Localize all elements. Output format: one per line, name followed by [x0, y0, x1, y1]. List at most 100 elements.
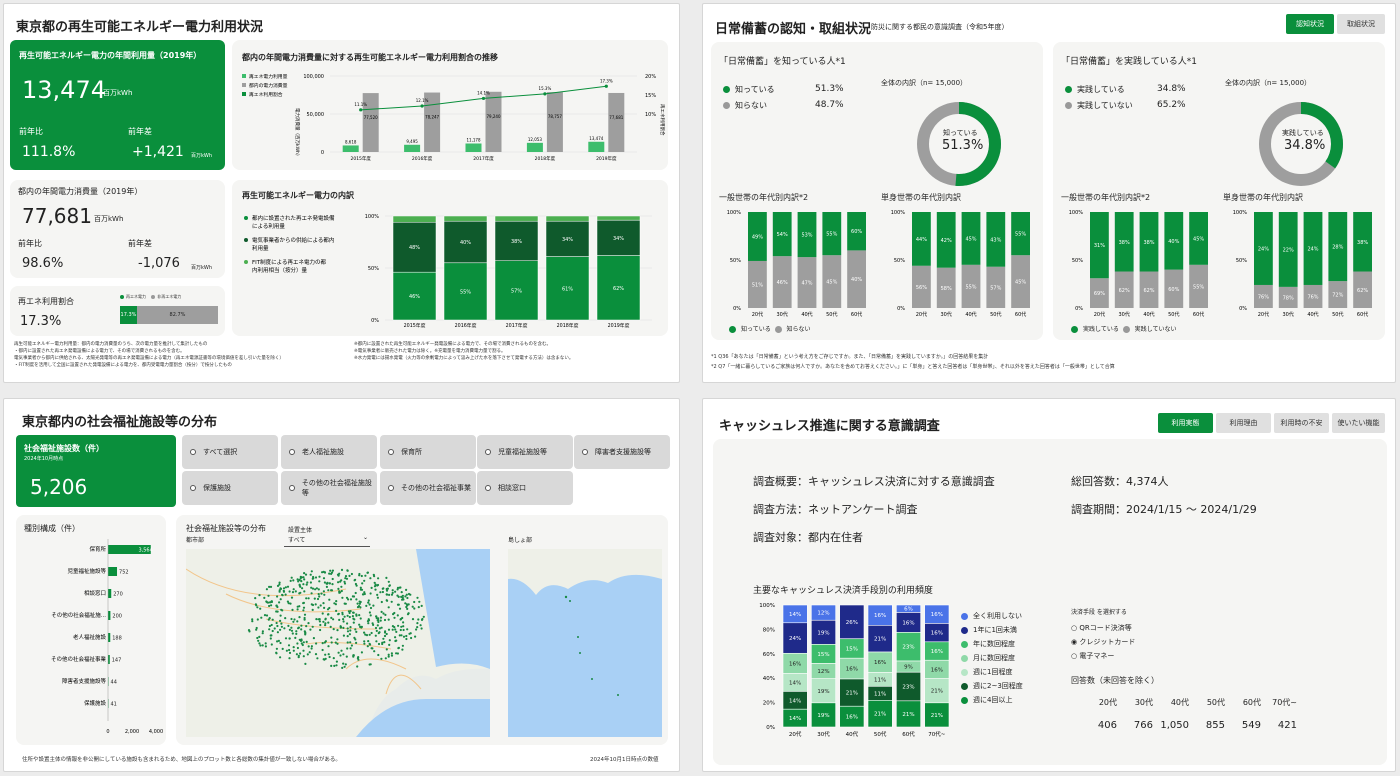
facility-point: [275, 647, 278, 650]
bar: [108, 589, 112, 598]
facility-point: [310, 570, 313, 573]
select-label: 決済手段 を選択する: [1071, 609, 1127, 616]
kpi-diff: +1,421: [132, 144, 184, 160]
facility-point: [306, 653, 309, 656]
single-stack-chart: 100% 50% 0% 24% 76% 20代 22% 78% 30代 24% 76% 40代 28% 7…: [1233, 210, 1372, 318]
data-label: 188: [112, 636, 122, 642]
facility-point: [405, 603, 408, 606]
filter-checkbox[interactable]: 保護施設: [182, 471, 278, 505]
facility-point: [368, 633, 371, 636]
facility-point: [383, 618, 387, 622]
map-islands[interactable]: [508, 549, 662, 737]
stack-segment: [494, 215, 539, 222]
map-urban[interactable]: [186, 549, 490, 737]
facility-point: [303, 578, 306, 581]
facility-point: [411, 618, 415, 621]
facility-point: [279, 641, 282, 645]
data-label: 24%: [789, 636, 801, 642]
facility-point: [390, 654, 394, 657]
facility-point: [292, 579, 295, 582]
filter-checkbox[interactable]: 老人福祉施設: [281, 435, 377, 469]
facility-point: [321, 648, 324, 652]
data-label: 21%: [931, 689, 943, 695]
legend-label: による利用量: [252, 222, 285, 230]
facility-point: [302, 649, 305, 652]
facility-point: [367, 599, 370, 602]
facility-point: [367, 601, 370, 604]
y-tick: 0%: [897, 306, 905, 312]
x-tick: 60代: [902, 730, 915, 738]
facility-point: [385, 648, 388, 651]
x-tick: 30代: [941, 311, 952, 318]
table-cell: 766: [1133, 720, 1153, 731]
facility-point: [280, 625, 283, 628]
facility-point: [377, 577, 380, 580]
facility-point: [279, 614, 282, 617]
facility-point: [324, 618, 327, 621]
facility-point: [336, 638, 339, 641]
data-label: 14%: [789, 716, 801, 722]
filter-checkbox[interactable]: 保育所: [380, 435, 476, 469]
data-label: 12%: [817, 611, 829, 617]
facility-point: [276, 631, 279, 634]
facility-point: [296, 642, 299, 645]
data-label: 16%: [789, 661, 801, 667]
filter-checkbox[interactable]: 障害者支援施設等: [574, 435, 670, 469]
facility-point: [259, 607, 262, 610]
data-label: 69%: [1094, 291, 1105, 297]
tab-anxiety[interactable]: 利用時の不安: [1274, 413, 1329, 433]
filter-checkbox[interactable]: 児童福祉施設等: [477, 435, 573, 469]
x-tick: 20代: [1094, 311, 1105, 318]
bar-renewable: [588, 141, 605, 152]
facility-point: [314, 576, 318, 579]
data-label: 200: [112, 614, 122, 620]
facility-point: [263, 614, 267, 617]
facility-point: [329, 569, 332, 572]
y-tick: 60%: [763, 652, 775, 658]
facility-point: [395, 639, 398, 642]
footnote-2: *2 Q7「一緒に暮らしているご家族は何人ですか。あなたを含めてお答えください。…: [711, 364, 1115, 370]
filter-checkbox[interactable]: 相談窓口: [477, 471, 573, 505]
facility-point: [342, 618, 345, 621]
facility-point: [302, 601, 305, 604]
resp-title: 回答数（未回答を除く）: [1071, 676, 1159, 685]
operator-dropdown[interactable]: すべて ⌄: [284, 534, 370, 547]
facility-point: [324, 653, 327, 656]
facility-point: [305, 583, 308, 586]
facility-point: [368, 643, 372, 646]
tab-usage[interactable]: 利用実態: [1158, 413, 1213, 433]
info-method: 調査方法：ネットアンケート調査: [753, 503, 918, 516]
y-tick: 20%: [763, 701, 775, 707]
opt-known: 知っている 51.3%: [723, 84, 844, 95]
tab-features[interactable]: 使いたい機能: [1332, 413, 1385, 433]
tab-awareness[interactable]: 認知状況: [1286, 14, 1334, 34]
bar-title: 種別構成（件）: [24, 524, 80, 533]
facility-point: [322, 620, 325, 623]
payment-option-radio[interactable]: ○ QRコード決済等: [1071, 621, 1135, 635]
share-bar: 17.3% 82.7%: [120, 306, 218, 324]
facility-point: [319, 623, 322, 627]
filter-checkbox[interactable]: すべて選択: [182, 435, 278, 469]
facility-point: [295, 653, 298, 656]
payment-option-radio[interactable]: ○ 電子マネー: [1071, 649, 1135, 663]
payment-option-radio[interactable]: ◉ クレジットカード: [1071, 635, 1135, 649]
facility-point: [303, 590, 306, 593]
point-share: [481, 96, 486, 101]
facility-point: [343, 582, 347, 585]
facility-point: [332, 657, 335, 660]
filter-checkbox[interactable]: その他の社会福祉施設等: [281, 471, 377, 505]
legend-swatch: [242, 92, 246, 96]
facility-point: [353, 636, 356, 639]
filter-checkbox[interactable]: その他の社会福祉事業: [380, 471, 476, 505]
facility-point: [331, 583, 334, 586]
facility-point: [322, 577, 326, 580]
point-share: [604, 84, 608, 88]
facility-point: [276, 584, 280, 587]
data-label: 16%: [931, 649, 943, 655]
filter-label: 障害者支援施設等: [595, 448, 651, 456]
tab-practice[interactable]: 取組状況: [1337, 14, 1385, 34]
facility-point: [397, 646, 400, 649]
facility-point: [269, 585, 273, 588]
facility-point: [288, 657, 291, 660]
tab-reason[interactable]: 利用理由: [1216, 413, 1271, 433]
